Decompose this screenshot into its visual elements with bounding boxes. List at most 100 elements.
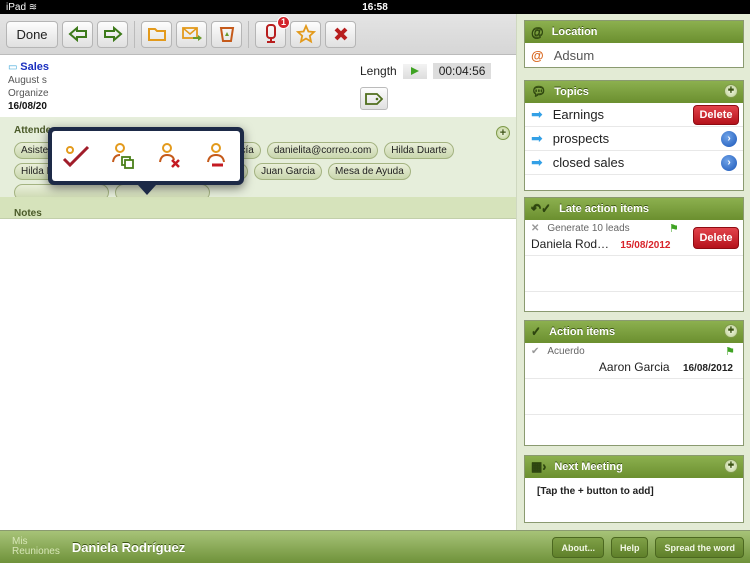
attendee-chip[interactable]: danielita@correo.com — [266, 142, 379, 159]
arrow-right-icon: ➡ — [531, 130, 543, 146]
length-box: Length 00:04:56 — [352, 55, 516, 117]
copy-attendee-icon — [111, 143, 134, 169]
next-meeting-header: ▦› Next Meeting + — [525, 456, 743, 478]
arrow-right-icon: ➡ — [531, 154, 543, 170]
unassign-attendee-icon — [206, 143, 225, 167]
delete-late-action-button[interactable]: Delete — [693, 227, 739, 249]
action-item-row[interactable]: ✔ Acuerdo ⚑ Aaron Garcia 16/08/2012 — [525, 343, 743, 379]
late-actions-header: ↶✓ Late action items — [525, 198, 743, 220]
mark-attended-button[interactable] — [60, 140, 92, 172]
folder-icon: ▭ — [8, 62, 18, 73]
action-items-panel: ✓ Action items + ✔ Acuerdo ⚑ Aaron Garcia 1… — [524, 320, 744, 446]
forward-arrow-icon — [103, 26, 123, 42]
location-header: @ Location — [525, 21, 743, 43]
topics-panel: 💬︎ Topics + ➡ Earnings Delete ➡ prospects › ➡ c… — [524, 80, 744, 191]
user-name: Daniela Rodríguez — [71, 539, 186, 555]
tag-icon — [365, 92, 383, 105]
attendee-chip-partial[interactable] — [115, 184, 210, 197]
arrow-right-icon: ➡ — [531, 106, 543, 122]
attendee-chip[interactable]: Juan Garcia — [254, 163, 323, 180]
close-meeting-button[interactable] — [325, 20, 356, 48]
app-logo: Mis Reuniones — [12, 536, 60, 557]
tag-button[interactable] — [360, 87, 388, 110]
calendar-icon: ▦› — [531, 460, 547, 474]
meeting-date: 16/08/20 — [8, 101, 47, 112]
close-icon — [334, 27, 347, 41]
open-folder-button[interactable] — [141, 20, 172, 48]
notes-header: Notes — [0, 197, 516, 219]
sidebar: @ Location @ Adsum 💬︎ Topics + ➡ Earnings Dele… — [516, 14, 750, 530]
delete-topic-button[interactable]: Delete — [693, 105, 739, 125]
location-value-row[interactable]: @ Adsum — [525, 43, 743, 67]
done-button[interactable]: Done — [6, 20, 58, 48]
meeting-subtitle: August s — [8, 75, 47, 86]
record-button[interactable]: 1 — [255, 15, 290, 48]
favorite-button[interactable] — [290, 20, 321, 48]
location-panel: @ Location @ Adsum — [524, 20, 744, 68]
next-meeting-panel: ▦› Next Meeting + [Tap the + button to add… — [524, 455, 744, 523]
delete-meeting-button[interactable] — [211, 20, 242, 48]
flag-icon: ⚑ — [725, 346, 735, 358]
disclosure-icon[interactable]: › — [721, 130, 737, 147]
microphone-icon — [265, 24, 276, 43]
topic-row[interactable]: ➡ closed sales › — [525, 151, 743, 175]
about-button[interactable]: About... — [552, 537, 604, 558]
trash-icon — [219, 27, 234, 42]
back-arrow-icon — [67, 26, 87, 42]
organizer-label: Organize — [8, 88, 49, 99]
location-swirl-icon: @ — [531, 24, 544, 40]
add-attendee-button[interactable]: + — [496, 126, 510, 140]
meeting-detail: ▭ Sales August s Organize 16/08/20 Lengt… — [0, 55, 516, 530]
topic-row[interactable]: ➡ prospects › — [525, 127, 743, 151]
add-action-button[interactable]: + — [724, 324, 738, 338]
add-topic-button[interactable]: + — [724, 84, 738, 98]
recording-count-badge: 1 — [277, 15, 290, 29]
topics-header: 💬︎ Topics + — [525, 81, 743, 103]
length-value: 00:04:56 — [432, 63, 492, 79]
disclosure-icon[interactable]: › — [721, 154, 737, 171]
email-forward-icon — [181, 27, 202, 41]
checkmark-icon: ✔ — [531, 346, 540, 357]
folder-icon — [147, 28, 166, 41]
location-value: Adsum — [553, 47, 595, 63]
meeting-title[interactable]: Sales — [20, 61, 49, 73]
clock: 16:58 — [362, 1, 388, 13]
next-meeting-placeholder: [Tap the + button to add] — [537, 486, 654, 497]
remove-attendee-button[interactable] — [154, 140, 186, 172]
location-pin-icon: @ — [531, 47, 544, 63]
mark-attended-icon — [62, 145, 89, 168]
footer-bar: Mis Reuniones Daniela Rodríguez About... … — [0, 530, 750, 563]
star-icon — [295, 24, 316, 44]
email-button[interactable] — [176, 20, 207, 48]
empty-row — [525, 379, 743, 415]
toolbar-divider — [134, 20, 135, 48]
late-action-row[interactable]: ✕ Generate 10 leads ⚑ Daniela Rod… 15/08/… — [525, 220, 743, 256]
notes-heading: Notes — [14, 208, 42, 219]
help-button[interactable]: Help — [610, 537, 649, 558]
status-bar: iPad ≋ 16:58 Not Charging — [0, 0, 750, 530]
action-check-icon: ✓ — [531, 325, 542, 339]
toolbar: Done 1 — [0, 14, 516, 55]
back-button[interactable] — [62, 20, 93, 48]
unassign-attendee-button[interactable] — [201, 140, 233, 172]
late-action-icon: ↶✓ — [531, 202, 552, 216]
attendee-chip[interactable]: Mesa de Ayuda — [328, 163, 411, 180]
empty-row — [525, 256, 743, 292]
flag-icon: ⚑ — [669, 223, 679, 235]
forward-button[interactable] — [97, 20, 128, 48]
remove-attendee-icon — [158, 143, 180, 168]
copy-attendee-button[interactable] — [107, 140, 139, 172]
add-next-meeting-button[interactable]: + — [724, 459, 738, 473]
topic-row[interactable]: ➡ Earnings Delete — [525, 103, 743, 127]
attendee-chip[interactable]: Hilda Duarte — [384, 142, 454, 159]
popover-arrow — [138, 185, 156, 195]
attendee-chip-partial[interactable] — [14, 184, 109, 197]
notes-area[interactable] — [0, 219, 516, 530]
speech-bubble-icon: 💬︎ — [531, 85, 547, 99]
length-label: Length — [360, 64, 397, 78]
late-action-items-panel: ↶✓ Late action items ✕ Generate 10 leads ⚑… — [524, 197, 744, 312]
toolbar-divider — [248, 20, 249, 48]
spread-the-word-button[interactable]: Spread the word — [655, 537, 744, 558]
play-button[interactable] — [402, 63, 427, 79]
meeting-info: ▭ Sales August s Organize 16/08/20 — [0, 55, 345, 117]
